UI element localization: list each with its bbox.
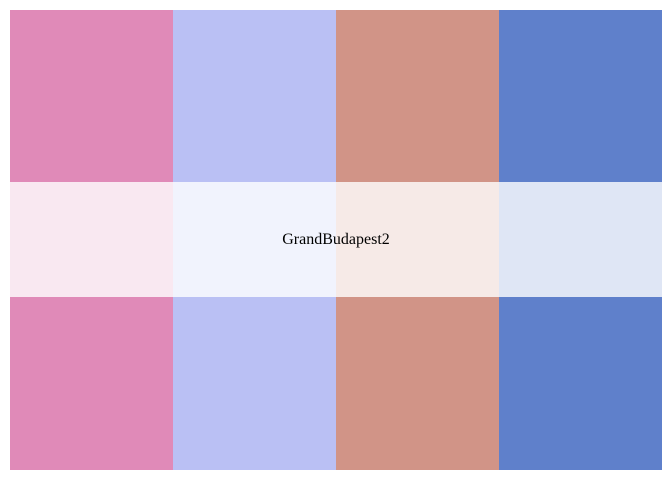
palette-name: GrandBudapest2 — [282, 230, 390, 248]
